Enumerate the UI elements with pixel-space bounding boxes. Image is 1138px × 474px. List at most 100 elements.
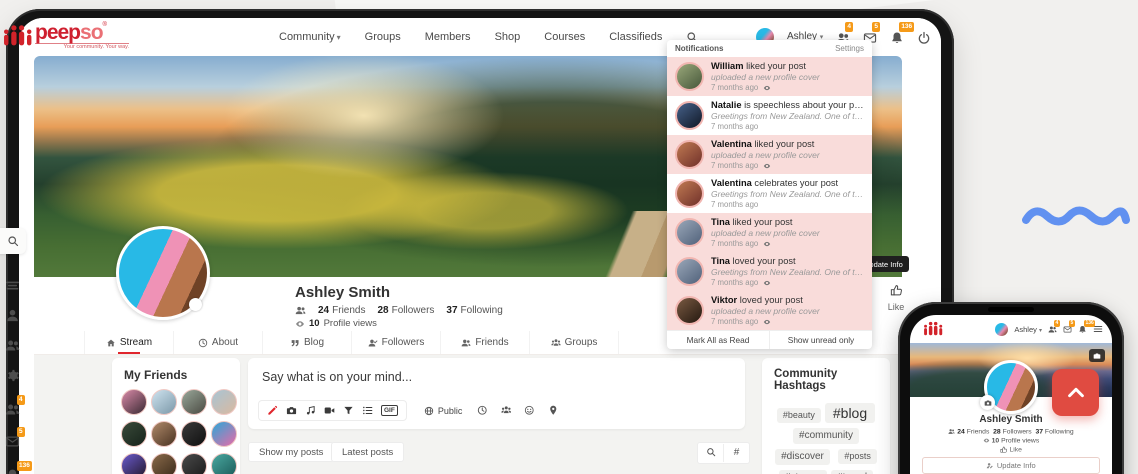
peepso-logomark-icon[interactable]	[919, 320, 949, 338]
followers-stat[interactable]: 28Followers	[377, 305, 434, 316]
friend-avatar[interactable]	[151, 453, 177, 474]
friend-avatar[interactable]	[181, 389, 207, 415]
nav-item-members[interactable]: Members	[425, 31, 471, 43]
notification-item[interactable]: Valentina celebrates your post Greetings…	[667, 174, 872, 213]
messages-button[interactable]: 5	[1063, 324, 1072, 334]
show-my-posts-button[interactable]: Show my posts	[248, 442, 334, 462]
hashtag[interactable]: #travel	[831, 470, 873, 474]
globe-icon	[424, 406, 434, 416]
hashtag[interactable]: #posts	[838, 449, 877, 464]
user-menu[interactable]: Ashley ▾	[1014, 325, 1042, 334]
eye-icon	[983, 437, 990, 444]
messages-badge: 5	[17, 427, 25, 437]
power-icon	[917, 31, 931, 45]
mark-read-eye-icon[interactable]	[763, 84, 771, 92]
friend-avatar[interactable]	[121, 421, 147, 447]
tag-friends-icon[interactable]	[501, 405, 512, 416]
hashtag[interactable]: #beauty	[777, 408, 821, 423]
stream-search-button[interactable]	[698, 444, 723, 462]
notifications-button[interactable]: 136	[890, 28, 904, 44]
friend-avatar[interactable]	[181, 453, 207, 474]
friend-avatar[interactable]	[121, 389, 147, 415]
music-icon[interactable]	[305, 405, 316, 416]
nav-item-courses[interactable]: Courses	[544, 31, 585, 43]
show-unread-only-button[interactable]: Show unread only	[769, 331, 872, 349]
mark-all-read-button[interactable]: Mark All as Read	[667, 331, 769, 349]
gif-button[interactable]: GIF	[381, 405, 398, 416]
change-cover-button[interactable]	[1089, 349, 1105, 362]
mark-read-eye-icon[interactable]	[763, 240, 771, 248]
messages-button[interactable]: 5	[5, 432, 20, 449]
notifications-settings-link[interactable]: Settings	[835, 44, 864, 53]
notification-item[interactable]: Natalie is speechless about your post Gr…	[667, 96, 872, 135]
nav-item-classifieds[interactable]: Classifieds	[609, 31, 662, 43]
hashtag[interactable]: #blog	[825, 403, 875, 423]
main-nav: Community▾ Groups Members Shop Courses C…	[279, 18, 698, 55]
members-icon[interactable]	[5, 338, 20, 353]
friends-badge: 4	[845, 22, 853, 32]
like-button[interactable]: Like	[879, 282, 913, 312]
camera-icon[interactable]	[286, 405, 297, 416]
hashtag[interactable]: #stream	[779, 470, 827, 474]
scroll-to-top-button[interactable]	[1052, 369, 1099, 416]
friend-avatar[interactable]	[211, 453, 237, 474]
like-button[interactable]: Like	[910, 446, 1112, 454]
friend-avatar[interactable]	[211, 389, 237, 415]
friend-avatar[interactable]	[211, 421, 237, 447]
video-icon[interactable]	[324, 405, 335, 416]
nav-item-community[interactable]: Community▾	[279, 31, 341, 43]
friend-avatar[interactable]	[121, 453, 147, 474]
pencil-icon[interactable]	[267, 405, 278, 416]
post-input[interactable]: Say what is on your mind...	[248, 358, 745, 384]
marketing-screenshot: peepso® Your community. Your way. Commun…	[0, 0, 1138, 474]
notification-item[interactable]: Tina liked your post uploaded a new prof…	[667, 213, 872, 252]
notifications-button[interactable]: 136	[5, 466, 20, 474]
avatar[interactable]	[995, 323, 1008, 336]
gear-icon[interactable]	[5, 368, 20, 383]
notification-item[interactable]: Viktor loved your post uploaded a new pr…	[667, 291, 872, 330]
friends-stat[interactable]: 24Friends	[318, 305, 365, 316]
following-stat[interactable]: 37Following	[446, 305, 502, 316]
funnel-icon[interactable]	[343, 405, 354, 416]
profile-avatar[interactable]	[116, 226, 210, 320]
privacy-selector[interactable]: Public	[424, 406, 463, 416]
schedule-icon[interactable]	[477, 405, 488, 416]
hashtag-filter-button[interactable]: #	[723, 444, 749, 462]
home-icon	[106, 338, 116, 348]
change-avatar-button[interactable]	[980, 395, 995, 410]
notification-item[interactable]: William liked your post uploaded a new p…	[667, 57, 872, 96]
friend-avatar[interactable]	[151, 389, 177, 415]
mood-icon[interactable]	[524, 405, 535, 416]
profile-stats: 24 Friends 28 Followers 37 Following	[910, 428, 1112, 435]
hashtag[interactable]: #community	[793, 428, 859, 444]
hashtag[interactable]: #discover	[775, 449, 830, 465]
friend-requests-button[interactable]: 4	[5, 400, 20, 417]
notifications-button[interactable]: 136	[1078, 324, 1087, 334]
notification-item[interactable]: Tina loved your post Greetings from New …	[667, 252, 872, 291]
tab-friends[interactable]: Friends	[440, 331, 529, 354]
friend-requests-button[interactable]: 4	[1048, 324, 1057, 334]
mark-read-eye-icon[interactable]	[763, 162, 771, 170]
logout-button[interactable]	[917, 28, 931, 44]
tab-stream[interactable]: Stream	[84, 331, 173, 354]
person-icon[interactable]	[5, 308, 20, 323]
tab-about[interactable]: About	[173, 331, 262, 354]
friend-avatar[interactable]	[151, 421, 177, 447]
notifications-header: Notifications Settings	[667, 40, 872, 57]
nav-item-shop[interactable]: Shop	[495, 31, 521, 43]
tab-followers[interactable]: Followers	[351, 331, 440, 354]
notification-item[interactable]: Valentina liked your post uploaded a new…	[667, 135, 872, 174]
list-icon[interactable]	[362, 405, 373, 416]
tab-blog[interactable]: Blog	[262, 331, 351, 354]
update-info-button[interactable]: Update Info	[922, 457, 1100, 474]
peepso-logo[interactable]: peepso® Your community. Your way.	[35, 22, 129, 51]
tab-groups[interactable]: Groups	[529, 331, 619, 354]
friend-avatar[interactable]	[181, 421, 207, 447]
mark-read-eye-icon[interactable]	[763, 318, 771, 326]
nav-item-groups[interactable]: Groups	[365, 31, 401, 43]
latest-posts-button[interactable]: Latest posts	[331, 442, 404, 462]
stream-lines-icon[interactable]	[5, 278, 20, 293]
sidebar-search-box[interactable]	[0, 228, 26, 254]
location-icon[interactable]	[548, 405, 559, 416]
mark-read-eye-icon[interactable]	[763, 279, 771, 287]
